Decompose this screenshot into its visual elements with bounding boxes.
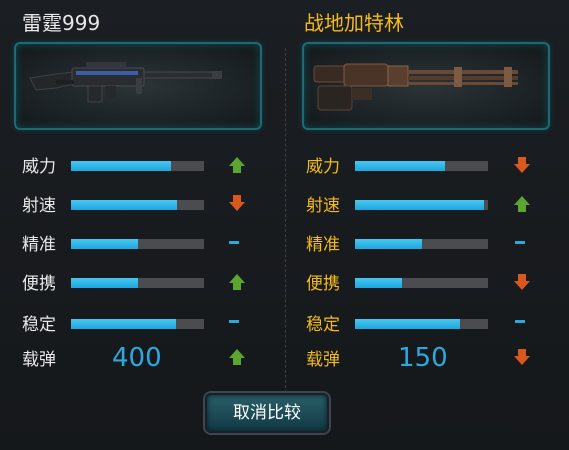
left-stat-label-power: 威力: [22, 157, 56, 177]
right-stat-bar-fill-power: [355, 161, 446, 171]
right-stat-bar-stability: [355, 319, 488, 329]
right-stat-bar-fill-rate: [355, 200, 484, 210]
left-stat-bar-fill-portability: [71, 278, 138, 288]
right-stat-trend-accuracy-icon: [512, 235, 528, 251]
right-stat-label-power: 威力: [306, 157, 340, 177]
left-stat-bar-power: [71, 161, 204, 171]
gatling-gun-icon: [313, 63, 518, 111]
right-weapon-image-frame: [302, 42, 550, 130]
right-stat-label-rate: 射速: [306, 196, 340, 216]
left-stat-bar-stability: [71, 319, 204, 329]
right-stat-trend-stability-icon: [512, 314, 528, 330]
left-stat-bar-fill-accuracy: [71, 239, 138, 249]
left-stat-bar-accuracy: [71, 239, 204, 249]
right-stat-bar-power: [355, 161, 488, 171]
left-ammo-trend-icon: [229, 349, 245, 365]
left-ammo-label: 载弹: [22, 350, 56, 370]
left-stat-bar-fill-stability: [71, 319, 177, 329]
left-stat-trend-portability-icon: [229, 274, 245, 290]
left-stat-trend-rate-icon: [229, 195, 245, 211]
left-weapon-image-frame: [14, 42, 262, 130]
right-stat-label-accuracy: 精准: [306, 235, 340, 255]
left-stat-label-rate: 射速: [22, 196, 56, 216]
weapon-compare-panel: 雷霆999 威力 射速 精准 便携 稳定 载弹 400 战地加特林 威力 射速 …: [0, 0, 569, 450]
right-stat-bar-fill-portability: [355, 278, 402, 288]
right-stat-bar-rate: [355, 200, 488, 210]
heavy-machine-gun-icon: [29, 62, 222, 103]
left-stat-bar-portability: [71, 278, 204, 288]
left-stat-label-stability: 稳定: [22, 315, 56, 335]
cancel-compare-button[interactable]: 取消比较: [205, 393, 329, 433]
right-stat-bar-accuracy: [355, 239, 488, 249]
column-divider: [285, 48, 286, 398]
left-stat-trend-stability-icon: [226, 314, 242, 330]
right-ammo-trend-icon: [514, 349, 530, 365]
right-stat-bar-fill-accuracy: [355, 239, 422, 249]
left-stat-bar-fill-power: [71, 161, 171, 171]
right-ammo-label: 载弹: [306, 350, 340, 370]
right-weapon-name: 战地加特林: [304, 11, 404, 35]
left-stat-bar-rate: [71, 200, 204, 210]
left-weapon-name: 雷霆999: [22, 11, 101, 35]
right-stat-trend-portability-icon: [514, 274, 530, 290]
right-stat-bar-fill-stability: [355, 319, 461, 329]
left-stat-label-accuracy: 精准: [22, 235, 56, 255]
left-stat-trend-accuracy-icon: [226, 235, 242, 251]
left-stat-trend-power-icon: [229, 157, 245, 173]
left-stat-bar-fill-rate: [71, 200, 178, 210]
left-stat-label-portability: 便携: [22, 274, 56, 294]
right-stat-label-stability: 稳定: [306, 315, 340, 335]
left-ammo-value: 400: [112, 343, 162, 373]
right-stat-trend-power-icon: [514, 157, 530, 173]
right-stat-trend-rate-icon: [514, 196, 530, 212]
right-stat-bar-portability: [355, 278, 488, 288]
right-stat-label-portability: 便携: [306, 274, 340, 294]
right-ammo-value: 150: [398, 343, 448, 373]
